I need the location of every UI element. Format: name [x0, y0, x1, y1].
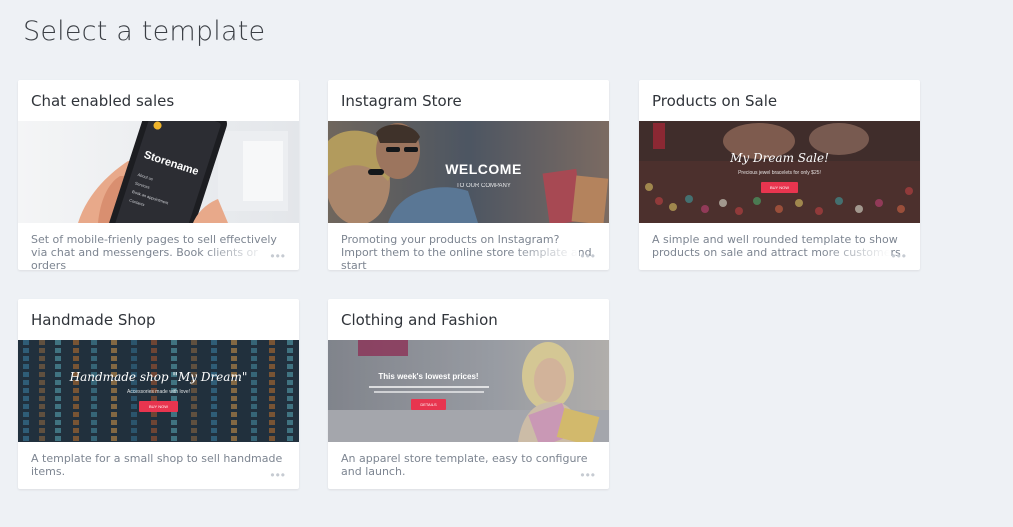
- template-description: An apparel store template, easy to confi…: [328, 442, 609, 488]
- template-title: Instagram Store: [341, 92, 462, 110]
- template-thumbnail: Storename About us Services Book an appo…: [18, 121, 299, 223]
- template-description: A simple and well rounded template to sh…: [639, 223, 920, 269]
- page-title: Select a template: [23, 16, 266, 47]
- template-thumbnail: WELCOME TO OUR COMPANY: [328, 121, 609, 223]
- thumb-subheadline: Precious jewel bracelets for only $25!: [738, 170, 821, 176]
- template-title: Handmade Shop: [31, 311, 156, 329]
- template-card-instagram-store[interactable]: Instagram Store WELCOME TO OUR COMPANY P…: [328, 80, 609, 270]
- template-card-handmade-shop[interactable]: Handmade Shop Handmade shop "My Dream" A…: [18, 299, 299, 489]
- ellipsis-icon[interactable]: •••: [580, 250, 596, 262]
- thumb-cta-button: BUY NOW: [760, 182, 799, 193]
- thumb-cta-button: DETAILS: [411, 399, 446, 410]
- template-grid: Chat enabled sales Storename About us Se…: [18, 80, 928, 500]
- template-title: Chat enabled sales: [31, 92, 175, 110]
- ellipsis-icon[interactable]: •••: [270, 250, 286, 262]
- template-description: A template for a small shop to sell hand…: [18, 442, 299, 488]
- template-description: Promoting your products on Instagram? Im…: [328, 223, 609, 269]
- thumb-cta-button: BUY NOW: [138, 401, 179, 412]
- template-title: Products on Sale: [652, 92, 778, 110]
- thumb-subheadline: Accessories made with love!: [126, 389, 191, 395]
- template-card-chat-enabled-sales[interactable]: Chat enabled sales Storename About us Se…: [18, 80, 299, 270]
- thumb-headline: My Dream Sale!: [730, 151, 829, 165]
- ellipsis-icon[interactable]: •••: [270, 469, 286, 481]
- template-title: Clothing and Fashion: [341, 311, 498, 329]
- template-description: Set of mobile-frienly pages to sell effe…: [18, 223, 299, 269]
- template-card-clothing-and-fashion[interactable]: Clothing and Fashion This week's lowest …: [328, 299, 609, 489]
- thumb-headline: This week's lowest prices!: [378, 372, 479, 381]
- thumb-headline: WELCOME: [445, 161, 522, 177]
- ellipsis-icon[interactable]: •••: [891, 250, 907, 262]
- template-thumbnail: My Dream Sale! Precious jewel bracelets …: [639, 121, 920, 223]
- template-thumbnail: Handmade shop "My Dream" Accessories mad…: [18, 340, 299, 442]
- thumb-headline: Handmade shop "My Dream": [69, 370, 248, 384]
- template-thumbnail: This week's lowest prices! DETAILS: [328, 340, 609, 442]
- thumb-subheadline: TO OUR COMPANY: [456, 183, 511, 189]
- template-card-products-on-sale[interactable]: Products on Sale My Dream Sale! Precious…: [639, 80, 920, 270]
- ellipsis-icon[interactable]: •••: [580, 469, 596, 481]
